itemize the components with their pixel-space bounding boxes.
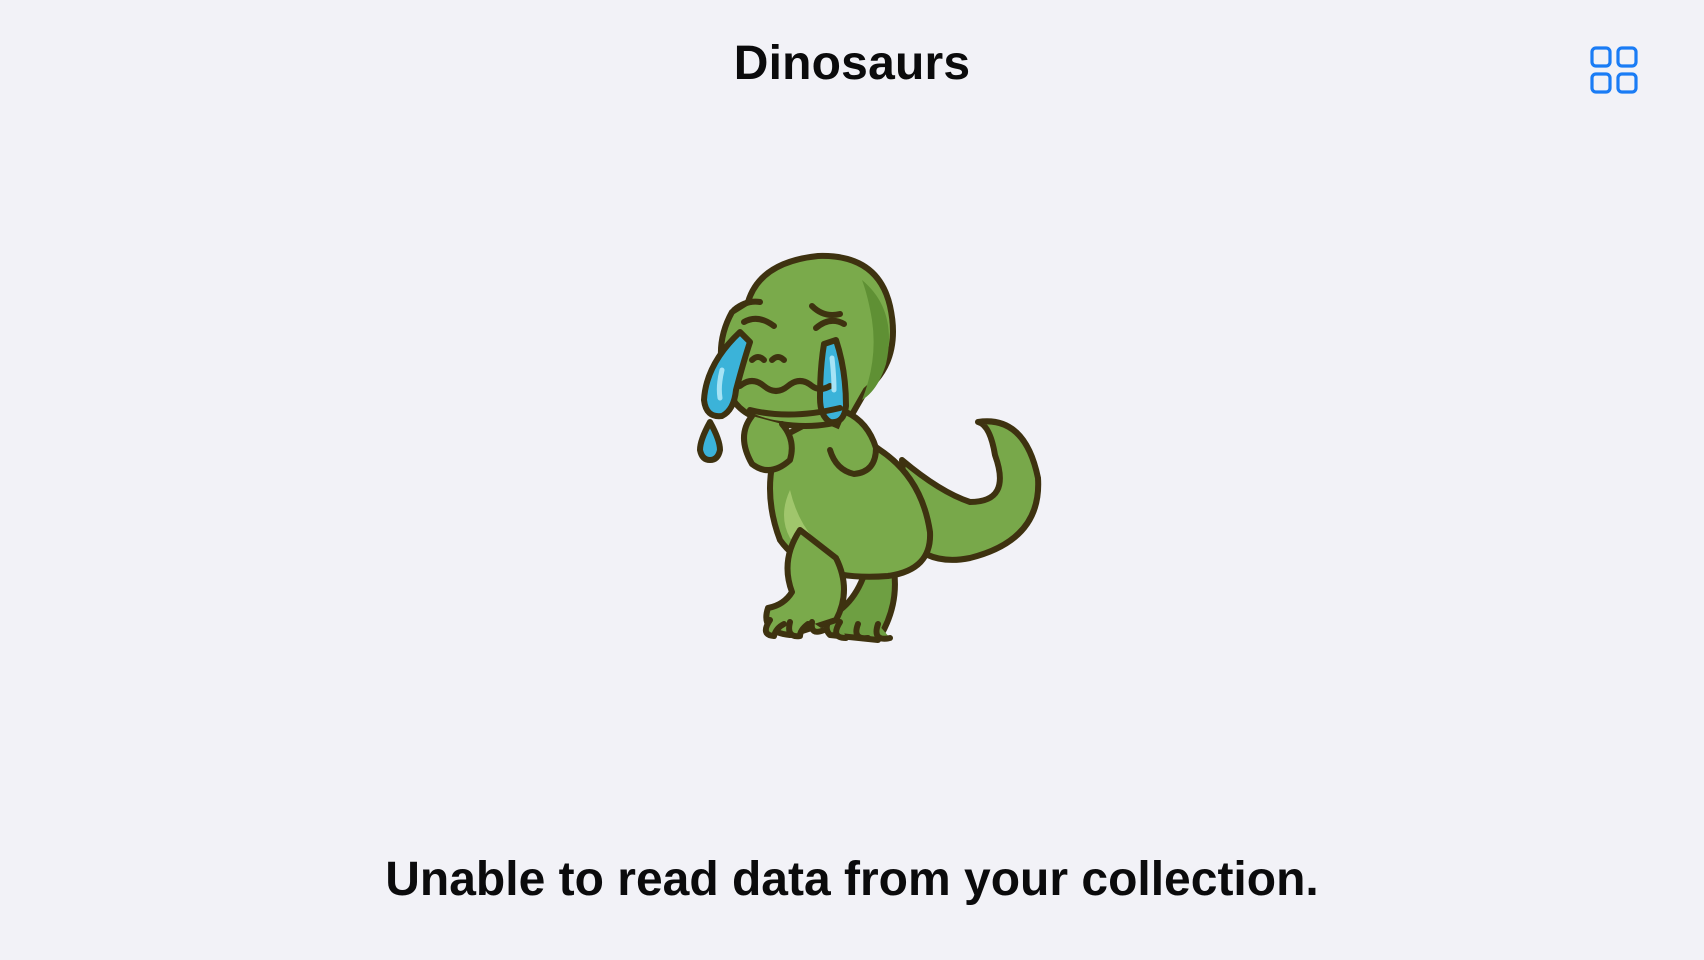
grid-layout-button[interactable] <box>1584 40 1644 100</box>
navigation-bar: Dinosaurs <box>0 0 1704 132</box>
crying-dinosaur-illustration <box>697 252 1042 643</box>
empty-state-message: Unable to read data from your collection… <box>385 853 1319 906</box>
grid-icon <box>1590 46 1638 94</box>
dinosaurs-screen: Dinosaurs Unable to read data from your … <box>0 0 1704 960</box>
page-title: Dinosaurs <box>733 37 971 90</box>
